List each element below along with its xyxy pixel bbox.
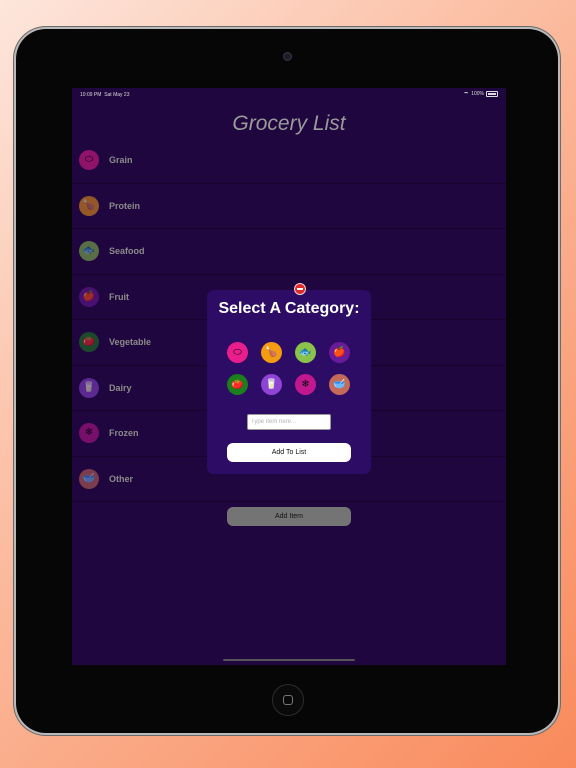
status-bar: 10:09 PM Sat May 23 100% xyxy=(72,88,506,101)
category-row-label: Other xyxy=(109,473,134,484)
modal-title: Select A Category: xyxy=(218,300,360,317)
category-row-label: Fruit xyxy=(109,291,129,302)
category-row-label: Vegetable xyxy=(109,337,152,348)
status-date: Sat May 23 xyxy=(104,92,130,98)
status-indicators: 100% xyxy=(463,91,498,97)
front-camera xyxy=(283,52,292,61)
category-row-protein[interactable]: 🍗 Protein xyxy=(72,184,506,229)
category-row-label: Seafood xyxy=(109,246,145,257)
mortar-bowl-icon: 🥣 xyxy=(79,468,99,489)
milk-bottle-icon: 🥛 xyxy=(79,377,99,398)
select-tomato-icon[interactable]: 🍅 xyxy=(227,374,248,395)
category-row-label: Grain xyxy=(109,155,133,166)
category-row-label: Protein xyxy=(109,200,141,211)
modal-close-icon[interactable] xyxy=(294,283,306,295)
category-row-label: Frozen xyxy=(109,428,139,439)
fish-icon: 🐟 xyxy=(79,241,99,262)
category-picker-grid: ⬭ 🍗 🐟 🍎 🍅 🥛 ❄ 🥣 xyxy=(227,342,351,395)
select-chicken-leg-icon[interactable]: 🍗 xyxy=(261,342,282,363)
snowflake-box-icon: ❄ xyxy=(79,423,99,444)
category-row-grain[interactable]: ⬭ Grain xyxy=(72,138,506,184)
status-time: 10:09 PM xyxy=(80,92,102,98)
app-screen: 10:09 PM Sat May 23 100% Grocery List ⬭ G… xyxy=(72,88,506,665)
apple-icon: 🍎 xyxy=(79,286,99,307)
select-apple-icon[interactable]: 🍎 xyxy=(329,342,350,363)
page-title: Grocery List xyxy=(232,112,346,135)
wifi-icon xyxy=(463,92,469,97)
add-to-list-button[interactable]: Add To List xyxy=(227,443,351,462)
category-row-seafood[interactable]: 🐟 Seafood xyxy=(72,229,506,275)
battery-icon xyxy=(486,91,498,97)
add-item-button[interactable]: Add Item xyxy=(227,507,351,526)
home-button[interactable] xyxy=(272,684,304,716)
bread-icon: ⬭ xyxy=(79,150,99,171)
select-fish-icon[interactable]: 🐟 xyxy=(295,342,316,363)
home-indicator xyxy=(223,659,355,661)
chicken-leg-icon: 🍗 xyxy=(79,195,99,216)
select-mortar-bowl-icon[interactable]: 🥣 xyxy=(329,374,350,395)
select-milk-bottle-icon[interactable]: 🥛 xyxy=(261,374,282,395)
status-time-date: 10:09 PM Sat May 23 xyxy=(80,92,129,98)
item-name-input[interactable] xyxy=(247,414,331,430)
category-row-label: Dairy xyxy=(109,382,132,393)
tomato-icon: 🍅 xyxy=(79,332,99,353)
home-square-icon xyxy=(283,695,293,705)
select-snowflake-box-icon[interactable]: ❄ xyxy=(295,374,316,395)
battery-percent: 100% xyxy=(471,91,484,97)
select-bread-icon[interactable]: ⬭ xyxy=(227,342,248,363)
category-modal: Select A Category: ⬭ 🍗 🐟 🍎 🍅 🥛 ❄ 🥣 Add To List xyxy=(207,290,371,474)
